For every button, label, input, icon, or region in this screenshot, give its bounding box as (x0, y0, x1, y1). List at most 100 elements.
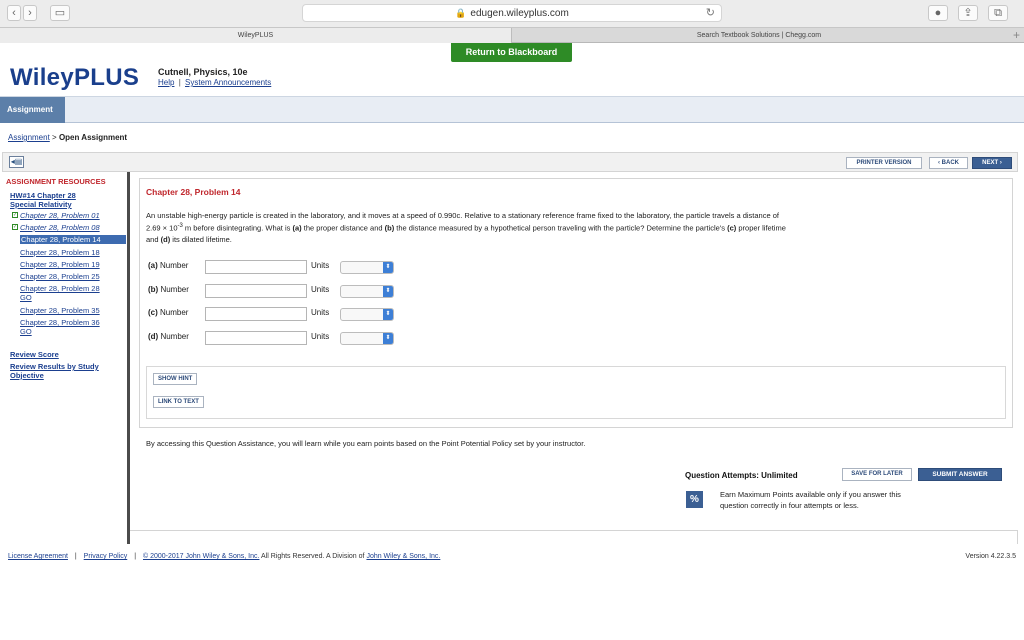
frame-border (130, 530, 1018, 544)
return-to-blackboard-button[interactable]: Return to Blackboard (451, 43, 572, 62)
units-select-a[interactable]: ⬍ (340, 261, 394, 274)
copyright-text: All Rights Reserved. A Division of (259, 553, 367, 560)
next-button[interactable]: NEXT › (972, 157, 1012, 169)
select-arrows-icon: ⬍ (383, 286, 393, 297)
tab-wileyplus[interactable]: WileyPLUS (0, 28, 512, 43)
browser-tab-bar: WileyPLUS Search Textbook Solutions | Ch… (0, 27, 1024, 43)
sidebar-item-go-36[interactable]: GO (20, 327, 126, 336)
sidebar-item-problem-18[interactable]: Chapter 28, Problem 18 (20, 248, 126, 257)
answer-input-d[interactable] (205, 331, 307, 345)
go-label: GO (20, 327, 32, 336)
earn-points-text: Earn Maximum Points available only if yo… (720, 490, 901, 510)
sidebar-item-problem-28[interactable]: Chapter 28, Problem 28 (20, 284, 126, 293)
units-label-c: Units (311, 308, 330, 317)
go-label: GO (20, 293, 32, 302)
submit-answer-button[interactable]: SUBMIT ANSWER (918, 468, 1002, 481)
link-separator: | (178, 78, 181, 87)
forward-arrow-icon[interactable]: › (23, 5, 37, 21)
answer-input-b[interactable] (205, 284, 307, 298)
assignment-resources-sidebar: ASSIGNMENT RESOURCES HW#14 Chapter 28 Sp… (2, 172, 130, 544)
answer-input-a[interactable] (205, 260, 307, 274)
sidebar-item-problem-25[interactable]: Chapter 28, Problem 25 (20, 272, 126, 281)
review-results-line-2: Objective (10, 371, 44, 380)
browser-toolbar: ‹ › ▭ 🔒 edugen.wileyplus.com ↻ ● ⇪ ⧉ (0, 0, 1024, 27)
review-results-line-1: Review Results by Study (10, 362, 99, 371)
version-text: Version 4.22.3.5 (965, 553, 1016, 560)
problem-text-segment: proper lifetime (736, 223, 786, 233)
share-icon[interactable]: ⇪ (958, 5, 978, 21)
main-navbar: Assignment (0, 96, 1024, 123)
sidebar-item-problem-19[interactable]: Chapter 28, Problem 19 (20, 260, 126, 269)
sidebar-item-go-28[interactable]: GO (20, 293, 126, 302)
tab-chegg[interactable]: Search Textbook Solutions | Chegg.com (512, 28, 1006, 43)
tabs-overview-icon[interactable]: ⧉ (988, 5, 1008, 21)
sidebar-item-problem-08[interactable]: Chapter 28, Problem 08 (20, 223, 126, 232)
privacy-policy-link[interactable]: Privacy Policy (84, 553, 128, 560)
back-button[interactable]: ‹ BACK (929, 157, 968, 169)
sidebar-item-label: Chapter 28, Problem 35 (20, 306, 100, 315)
review-score-link[interactable]: Review Score (10, 350, 59, 359)
sidebar-item-problem-35[interactable]: Chapter 28, Problem 35 (20, 306, 126, 315)
wiley-division-link[interactable]: John Wiley & Sons, Inc. (366, 553, 440, 560)
problem-panel: Chapter 28, Problem 14 An unstable high-… (139, 178, 1013, 428)
address-bar[interactable]: 🔒 edugen.wileyplus.com ↻ (302, 4, 722, 22)
sidebar-item-label: Chapter 28, Problem 19 (20, 260, 100, 269)
sidebar-item-label: Chapter 28, Problem 01 (20, 211, 100, 220)
units-select-b[interactable]: ⬍ (340, 285, 394, 298)
hw-title-line-1: HW#14 Chapter 28 (10, 191, 76, 200)
sidebar-toggle-icon[interactable]: ▭ (50, 5, 70, 21)
new-tab-icon[interactable]: + (1013, 28, 1020, 42)
collapse-sidebar-icon[interactable]: ◂▤ (9, 156, 24, 168)
answer-label-b: (b) Number (148, 285, 189, 294)
answer-label-d: (d) Number (148, 332, 189, 341)
part-a-marker: (a) (292, 223, 302, 233)
sidebar-item-problem-36[interactable]: Chapter 28, Problem 36 (20, 318, 126, 327)
units-label-b: Units (311, 285, 330, 294)
back-arrow-icon[interactable]: ‹ (7, 5, 21, 21)
license-agreement-link[interactable]: License Agreement (8, 553, 68, 560)
checkbox-icon: ✓ (12, 212, 18, 218)
footer: License Agreement | Privacy Policy | © 2… (8, 553, 440, 560)
units-select-d[interactable]: ⬍ (340, 332, 394, 345)
course-title: Cutnell, Physics, 10e (158, 67, 248, 77)
sidebar-heading: ASSIGNMENT RESOURCES (6, 177, 106, 186)
help-link[interactable]: Help (158, 78, 174, 87)
sidebar-item-label: Chapter 28, Problem 14 (21, 235, 101, 244)
answer-label-a: (a) Number (148, 261, 189, 270)
breadcrumb-assignment-link[interactable]: Assignment (8, 133, 50, 142)
printer-version-button[interactable]: PRINTER VERSION (846, 157, 922, 169)
part-b-marker: (b) (384, 223, 395, 233)
course-links: Help | System Announcements (158, 78, 271, 87)
system-announcements-link[interactable]: System Announcements (185, 78, 271, 87)
problem-text-value: 2.69 × 10 (146, 223, 178, 233)
hw-title-link[interactable]: HW#14 Chapter 28 Special Relativity (10, 191, 76, 209)
footer-separator: | (74, 553, 77, 560)
reload-icon[interactable]: ↻ (706, 5, 715, 21)
link-to-text-button[interactable]: LINK TO TEXT (153, 396, 204, 408)
part-c-marker: (c) (727, 223, 737, 233)
save-for-later-button[interactable]: SAVE FOR LATER (842, 468, 912, 481)
units-label-d: Units (311, 332, 330, 341)
sidebar-item-problem-01[interactable]: Chapter 28, Problem 01 (20, 211, 126, 220)
footer-separator: | (134, 553, 137, 560)
breadcrumb-separator: > (52, 133, 57, 142)
copyright-link[interactable]: © 2000-2017 John Wiley & Sons, Inc. (143, 553, 259, 560)
sidebar-item-problem-14[interactable]: Chapter 28, Problem 14 (20, 235, 126, 244)
units-select-c[interactable]: ⬍ (340, 308, 394, 321)
select-arrows-icon: ⬍ (383, 262, 393, 273)
sidebar-item-label: Chapter 28, Problem 36 (20, 318, 100, 327)
breadcrumb: Assignment > Open Assignment (8, 133, 127, 142)
problem-text-segment: its dilated lifetime. (170, 234, 232, 244)
review-results-link[interactable]: Review Results by Study Objective (10, 362, 99, 380)
sidebar-item-label: Chapter 28, Problem 25 (20, 272, 100, 281)
problem-text-segment: and (146, 234, 161, 244)
show-hint-button[interactable]: SHOW HINT (153, 373, 198, 385)
hw-title-line-2: Special Relativity (10, 200, 72, 209)
tab-assignment[interactable]: Assignment (0, 97, 65, 123)
answer-input-c[interactable] (205, 307, 307, 321)
download-icon[interactable]: ● (928, 5, 948, 21)
assignment-toolbar: ◂▤ PRINTER VERSION ‹ BACK NEXT › (2, 152, 1018, 172)
select-arrows-icon: ⬍ (383, 309, 393, 320)
problem-text-line-1: An unstable high-energy particle is crea… (146, 211, 779, 220)
units-label-a: Units (311, 261, 330, 270)
